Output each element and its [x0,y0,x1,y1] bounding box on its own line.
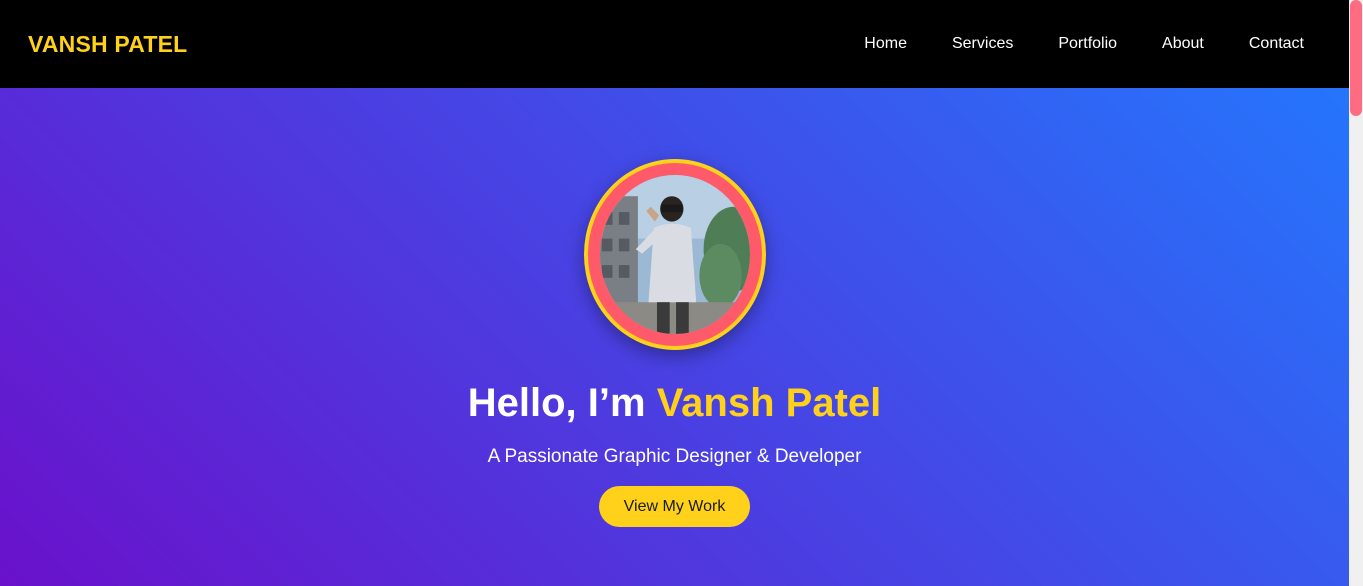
hero-subtitle: A Passionate Graphic Designer & Develope… [487,446,862,467]
view-my-work-button[interactable]: View My Work [599,486,750,527]
nav-link-services[interactable]: Services [952,35,1013,53]
avatar-ring-inner [587,163,762,346]
nav-link-about[interactable]: About [1162,35,1204,53]
scrollbar-thumb[interactable] [1350,0,1362,116]
hero-section: Hello, I’m Vansh Patel A Passionate Grap… [0,88,1349,586]
nav-link-contact[interactable]: Contact [1249,35,1304,53]
nav-link-home[interactable]: Home [864,35,907,53]
nav-link-portfolio[interactable]: Portfolio [1058,35,1117,53]
avatar-ring [583,159,766,350]
nav-links: Home Services Portfolio About Contact [819,35,1304,53]
hero-name: Vansh Patel [656,381,882,425]
profile-photo [599,175,750,334]
page-scrollbar[interactable] [1349,0,1363,586]
hero-title: Hello, I’m Vansh Patel [468,381,882,426]
top-navbar: VANSH PATEL Home Services Portfolio Abou… [0,0,1349,88]
hero-greeting: Hello, I’m [467,381,657,425]
brand-logo[interactable]: VANSH PATEL [28,31,187,58]
